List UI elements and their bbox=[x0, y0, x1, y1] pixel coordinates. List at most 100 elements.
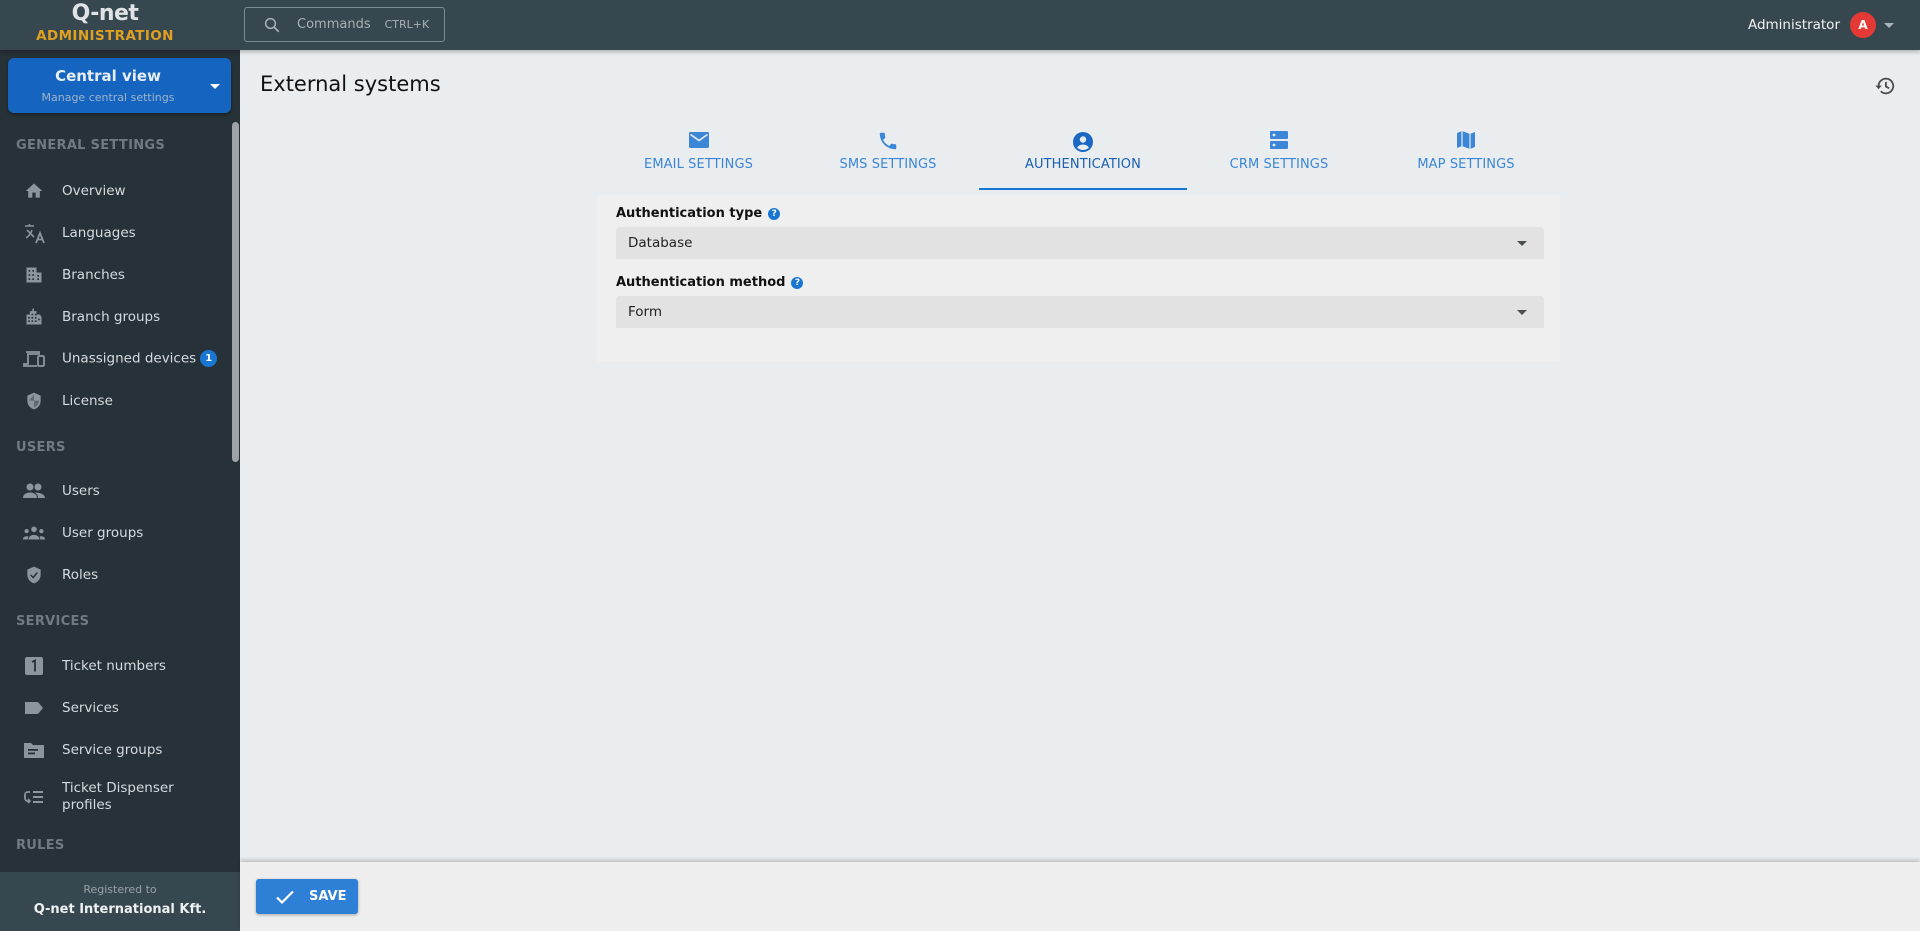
number-one-icon bbox=[22, 654, 46, 678]
label-icon bbox=[22, 696, 46, 720]
sidebar-item-languages[interactable]: Languages bbox=[0, 213, 228, 253]
registered-name: Q-net International Kft. bbox=[33, 902, 207, 917]
sidebar-item-label: Service groups bbox=[62, 741, 163, 758]
home-icon bbox=[22, 179, 46, 203]
sidebar-item-roles[interactable]: Roles bbox=[0, 555, 228, 595]
chevron-down-icon[interactable] bbox=[1884, 22, 1894, 28]
app-logo[interactable]: Q-net ADMINISTRATION bbox=[0, 0, 240, 50]
section-general-settings: GENERAL SETTINGS bbox=[16, 138, 166, 153]
tab-label: AUTHENTICATION bbox=[1025, 157, 1141, 172]
user-groups-icon bbox=[22, 521, 46, 545]
sidebar-item-label: Languages bbox=[62, 224, 136, 241]
auth-type-label-text: Authentication type bbox=[616, 206, 763, 221]
sidebar-item-license[interactable]: License bbox=[0, 381, 228, 421]
sidebar-item-label: Ticket Dispenser profiles bbox=[62, 780, 174, 813]
tab-label: SMS SETTINGS bbox=[839, 157, 937, 172]
sidebar-item-users[interactable]: Users bbox=[0, 471, 228, 511]
sidebar-item-label: Branch groups bbox=[62, 308, 161, 325]
context-switcher[interactable]: Central view Manage central settings bbox=[8, 58, 231, 113]
sidebar: Central view Manage central settings GEN… bbox=[0, 50, 240, 931]
check-icon bbox=[276, 890, 294, 904]
registered-label: Registered to bbox=[83, 883, 157, 896]
chevron-down-icon bbox=[210, 84, 220, 89]
tab-sms-settings[interactable]: SMS SETTINGS bbox=[797, 120, 979, 190]
auth-method-label: Authentication method ? bbox=[616, 275, 804, 290]
tab-label: EMAIL SETTINGS bbox=[644, 157, 753, 172]
building-icon bbox=[22, 263, 46, 287]
action-bar: SAVE bbox=[240, 862, 1920, 931]
devices-icon bbox=[22, 347, 46, 371]
shield-icon bbox=[22, 389, 46, 413]
page-title: External systems bbox=[260, 72, 441, 96]
search-icon bbox=[264, 17, 280, 32]
auth-method-label-text: Authentication method bbox=[616, 275, 786, 290]
tab-authentication[interactable]: AUTHENTICATION bbox=[979, 120, 1187, 190]
dropdown-arrow-icon bbox=[1517, 241, 1527, 246]
sidebar-item-label: Roles bbox=[62, 566, 99, 583]
sidebar-item-unassigned-devices[interactable]: Unassigned devices 1 bbox=[0, 339, 228, 379]
registration-footer: Registered to Q-net International Kft. bbox=[0, 872, 240, 931]
help-icon[interactable]: ? bbox=[791, 276, 804, 289]
authentication-form: Authentication type ? Database Authentic… bbox=[597, 195, 1560, 362]
context-subtitle: Manage central settings bbox=[41, 91, 175, 104]
section-services: SERVICES bbox=[16, 614, 90, 629]
history-icon bbox=[1875, 77, 1895, 95]
section-users: USERS bbox=[16, 440, 66, 455]
translate-icon bbox=[22, 221, 46, 245]
sidebar-item-label: License bbox=[62, 392, 113, 409]
sidebar-item-ticket-dispenser-profiles[interactable]: Ticket Dispenser profiles bbox=[0, 772, 228, 822]
dispenser-list-icon bbox=[22, 785, 46, 809]
search-placeholder: Commands bbox=[297, 17, 371, 32]
save-label: SAVE bbox=[309, 889, 347, 904]
map-icon bbox=[1371, 130, 1561, 154]
sidebar-item-label: Services bbox=[62, 699, 119, 716]
active-tab-indicator bbox=[979, 188, 1187, 190]
command-search[interactable]: Commands CTRL+K bbox=[244, 7, 445, 42]
sidebar-item-overview[interactable]: Overview bbox=[0, 171, 228, 211]
sidebar-scrollbar[interactable] bbox=[232, 122, 239, 462]
sidebar-item-user-groups[interactable]: User groups bbox=[0, 513, 228, 553]
tab-label: CRM SETTINGS bbox=[1229, 157, 1329, 172]
users-icon bbox=[22, 479, 46, 503]
count-badge: 1 bbox=[200, 350, 218, 368]
sidebar-item-label-text: Unassigned devices bbox=[62, 350, 197, 367]
tab-crm-settings[interactable]: CRM SETTINGS bbox=[1187, 120, 1371, 190]
sidebar-item-label: Users bbox=[62, 482, 100, 499]
account-circle-icon bbox=[979, 130, 1187, 154]
logo-wordmark: Q-net bbox=[71, 1, 139, 26]
shield-check-icon bbox=[22, 563, 46, 587]
auth-method-select[interactable]: Form bbox=[616, 296, 1544, 328]
tab-label: MAP SETTINGS bbox=[1417, 157, 1515, 172]
top-bar: Q-net ADMINISTRATION Commands CTRL+K Adm… bbox=[0, 0, 1920, 50]
auth-type-label: Authentication type ? bbox=[616, 206, 781, 221]
tab-map-settings[interactable]: MAP SETTINGS bbox=[1371, 120, 1561, 190]
user-name: Administrator bbox=[1747, 17, 1840, 33]
folder-icon bbox=[22, 738, 46, 762]
sidebar-item-label: User groups bbox=[62, 524, 144, 541]
auth-type-select[interactable]: Database bbox=[616, 227, 1544, 259]
save-button[interactable]: SAVE bbox=[256, 879, 358, 914]
buildings-icon bbox=[22, 305, 46, 329]
sidebar-item-label: Overview bbox=[62, 182, 126, 199]
sidebar-item-label: Unassigned devices 1 bbox=[62, 350, 218, 368]
logo-subtitle: ADMINISTRATION bbox=[36, 28, 174, 44]
history-button[interactable] bbox=[1872, 74, 1898, 98]
tab-email-settings[interactable]: EMAIL SETTINGS bbox=[600, 120, 797, 190]
user-menu[interactable]: Administrator A bbox=[1748, 0, 1894, 50]
sidebar-item-service-groups[interactable]: Service groups bbox=[0, 730, 228, 770]
context-title: Central view bbox=[55, 67, 161, 85]
sidebar-item-branch-groups[interactable]: Branch groups bbox=[0, 297, 228, 337]
section-rules: RULES bbox=[16, 838, 65, 853]
sidebar-item-label: Ticket numbers bbox=[62, 657, 166, 674]
sidebar-item-branches[interactable]: Branches bbox=[0, 255, 228, 295]
server-icon bbox=[1187, 130, 1371, 154]
sidebar-item-ticket-numbers[interactable]: Ticket numbers bbox=[0, 646, 228, 686]
avatar[interactable]: A bbox=[1850, 12, 1876, 38]
sidebar-item-label: Branches bbox=[62, 266, 125, 283]
help-icon[interactable]: ? bbox=[768, 207, 781, 220]
auth-type-value: Database bbox=[628, 235, 693, 251]
sidebar-item-services[interactable]: Services bbox=[0, 688, 228, 728]
email-icon bbox=[600, 130, 797, 154]
auth-method-value: Form bbox=[628, 304, 663, 320]
phone-icon bbox=[797, 130, 979, 154]
